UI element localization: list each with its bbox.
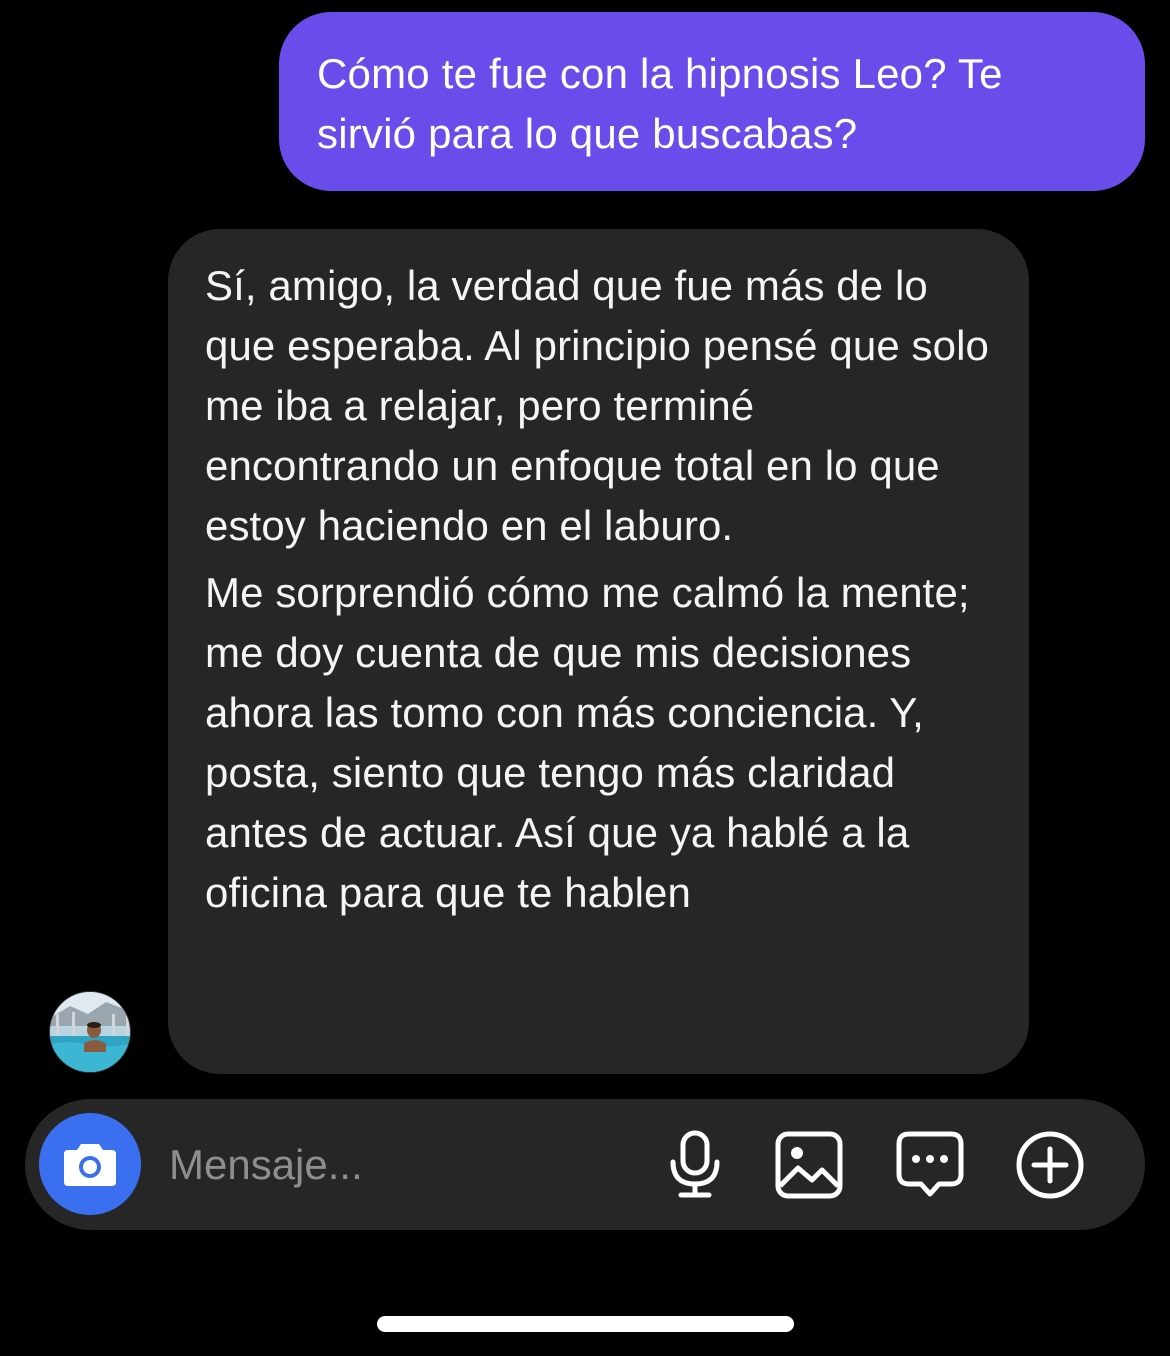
- outgoing-message-text: Cómo te fue con la hipnosis Leo? Te sirv…: [317, 50, 1003, 157]
- home-indicator[interactable]: [377, 1316, 794, 1332]
- chat-bubble-icon: [896, 1131, 964, 1197]
- microphone-icon: [670, 1130, 720, 1198]
- sticker-button[interactable]: [892, 1127, 968, 1203]
- message-input[interactable]: [169, 1135, 629, 1195]
- incoming-message-bubble[interactable]: Sí, amigo, la verdad que fue más de lo q…: [168, 229, 1029, 1074]
- camera-button[interactable]: [39, 1113, 141, 1215]
- sender-avatar[interactable]: [49, 991, 131, 1073]
- image-icon: [775, 1131, 843, 1199]
- incoming-message-paragraph: Me sorprendió cómo me calmó la mente; me…: [205, 569, 970, 916]
- chat-screen: Cómo te fue con la hipnosis Leo? Te sirv…: [0, 0, 1170, 1356]
- camera-icon: [64, 1144, 116, 1186]
- microphone-button[interactable]: [657, 1127, 733, 1203]
- incoming-message-paragraph: Sí, amigo, la verdad que fue más de lo q…: [205, 262, 989, 549]
- outgoing-message-bubble[interactable]: Cómo te fue con la hipnosis Leo? Te sirv…: [279, 12, 1145, 191]
- plus-circle-icon: [1016, 1131, 1084, 1199]
- gallery-button[interactable]: [771, 1127, 847, 1203]
- message-composer: [25, 1099, 1145, 1230]
- profile-photo: [50, 992, 130, 1072]
- more-options-button[interactable]: [1012, 1127, 1088, 1203]
